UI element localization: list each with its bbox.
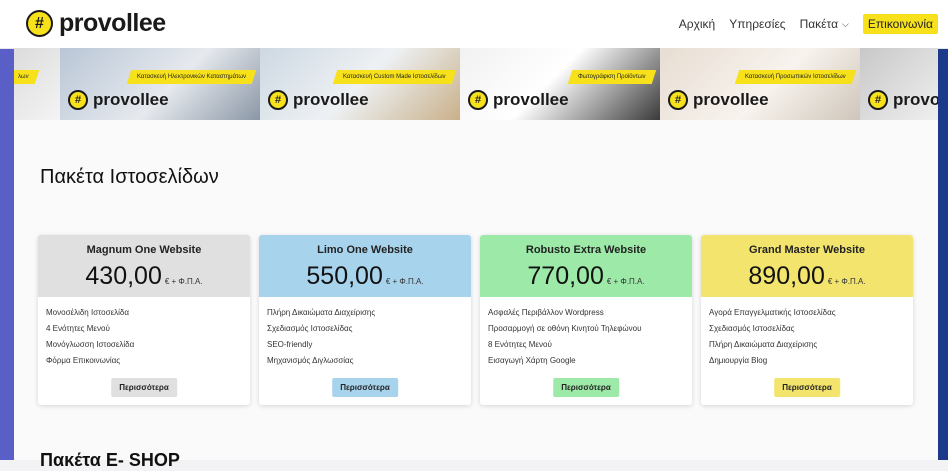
site-header: # provollee Αρχική Υπηρεσίες Πακέτα ⌵ Επ… bbox=[0, 0, 948, 49]
section-title: Πακέτα Ιστοσελίδων bbox=[40, 166, 219, 188]
feature-item: 4 Ενότητες Μενού bbox=[46, 324, 110, 333]
hashtag-logo-icon: # bbox=[268, 90, 288, 110]
site-logo[interactable]: # provollee bbox=[26, 9, 166, 38]
price-row: 770,00 € + Φ.Π.Α. bbox=[480, 262, 692, 291]
slide-logo-text: provollee bbox=[293, 90, 369, 109]
feature-list: Αγορά Επαγγελματικής Ιστοσελίδας Σχεδιασ… bbox=[701, 297, 913, 369]
package-card-limo-one: Limo One Website 550,00 € + Φ.Π.Α. Πλήρη… bbox=[259, 235, 471, 405]
feature-item: SEO-friendly bbox=[267, 340, 313, 349]
slide-caption: λων bbox=[18, 74, 29, 80]
package-name: Limo One Website bbox=[317, 244, 413, 256]
package-price: 890,00 bbox=[748, 262, 825, 290]
logo-text: provollee bbox=[59, 9, 166, 37]
nav-packages-label: Πακέτα bbox=[799, 17, 839, 31]
feature-item: Δημιουργία Blog bbox=[709, 356, 768, 365]
feature-item: Φόρμα Επικοινωνίας bbox=[46, 356, 121, 365]
price-row: 430,00 € + Φ.Π.Α. bbox=[38, 262, 250, 291]
slide-caption: Κατασκευή Προσωπικών Ιστοσελίδων bbox=[745, 74, 846, 80]
slide-logo-text: provo bbox=[893, 90, 938, 109]
package-price: 550,00 bbox=[306, 262, 383, 290]
banner-carousel[interactable]: λων Κατασκευή Ηλεκτρονικών Καταστημάτων … bbox=[14, 48, 938, 120]
price-row: 550,00 € + Φ.Π.Α. bbox=[259, 262, 471, 291]
card-header: Grand Master Website 890,00 € + Φ.Π.Α. bbox=[701, 235, 913, 297]
package-price: 770,00 bbox=[527, 262, 604, 290]
price-note: € + Φ.Π.Α. bbox=[827, 277, 866, 286]
slide-caption-ribbon: Φωτογράφιση Προϊόντων bbox=[568, 70, 657, 84]
banner-slide[interactable]: Κατασκευή Custom Made Ιστοσελίδων # prov… bbox=[260, 48, 460, 120]
slide-caption-ribbon: Κατασκευή Ηλεκτρονικών Καταστημάτων bbox=[126, 70, 257, 84]
feature-list: Ασφαλές Περιβάλλον Wordpress Προσαρμογή … bbox=[480, 297, 692, 369]
feature-item: Εισαγωγή Χάρτη Google bbox=[488, 356, 576, 365]
package-card-magnum-one: Magnum One Website 430,00 € + Φ.Π.Α. Μον… bbox=[38, 235, 250, 405]
package-name: Robusto Extra Website bbox=[525, 244, 647, 256]
feature-item: Σχεδιασμός Ιστοσελίδας bbox=[267, 324, 353, 333]
feature-item: Αγορά Επαγγελματικής Ιστοσελίδας bbox=[709, 308, 836, 317]
slide-logo: # provollee bbox=[68, 90, 169, 110]
feature-item: Μονοσέλιδη Ιστοσελίδα bbox=[46, 308, 129, 317]
feature-item: Μηχανισμός Διγλωσσίας bbox=[267, 356, 354, 365]
slide-caption-ribbon: Κατασκευή Custom Made Ιστοσελίδων bbox=[333, 70, 457, 84]
banner-slide-partial-left[interactable]: λων bbox=[14, 48, 60, 120]
price-row: 890,00 € + Φ.Π.Α. bbox=[701, 262, 913, 291]
hashtag-logo-icon: # bbox=[26, 10, 53, 37]
slide-logo: # provollee bbox=[668, 90, 769, 110]
more-button[interactable]: Περισσότερα bbox=[332, 378, 398, 397]
more-button[interactable]: Περισσότερα bbox=[774, 378, 840, 397]
package-name: Magnum One Website bbox=[86, 244, 202, 256]
slide-caption: Φωτογράφιση Προϊόντων bbox=[578, 74, 646, 80]
hashtag-logo-icon: # bbox=[468, 90, 488, 110]
feature-item: Σχεδιασμός Ιστοσελίδας bbox=[709, 324, 795, 333]
banner-slide-partial-right[interactable]: # provo bbox=[860, 48, 938, 120]
feature-list: Πλήρη Δικαιώματα Διαχείρισης Σχεδιασμός … bbox=[259, 297, 471, 369]
price-note: € + Φ.Π.Α. bbox=[385, 277, 424, 286]
price-note: € + Φ.Π.Α. bbox=[606, 277, 645, 286]
more-button[interactable]: Περισσότερα bbox=[553, 378, 619, 397]
slide-logo-text: provollee bbox=[93, 90, 169, 109]
package-card-robusto-extra: Robusto Extra Website 770,00 € + Φ.Π.Α. … bbox=[480, 235, 692, 405]
slide-caption: Κατασκευή Ηλεκτρονικών Καταστημάτων bbox=[136, 74, 246, 80]
feature-item: Προσαρμογή σε οθόνη Κινητού Τηλεφώνου bbox=[488, 324, 642, 333]
card-header: Magnum One Website 430,00 € + Φ.Π.Α. bbox=[38, 235, 250, 297]
feature-item: Ασφαλές Περιβάλλον Wordpress bbox=[488, 308, 604, 317]
package-cards: Magnum One Website 430,00 € + Φ.Π.Α. Μον… bbox=[38, 235, 913, 405]
nav-services[interactable]: Υπηρεσίες bbox=[729, 17, 785, 31]
slide-logo: # provollee bbox=[268, 90, 369, 110]
hashtag-logo-icon: # bbox=[68, 90, 88, 110]
main-nav: Αρχική Υπηρεσίες Πακέτα ⌵ Επικοινωνία bbox=[665, 14, 938, 34]
left-side-band bbox=[0, 48, 14, 460]
banner-slide[interactable]: Φωτογράφιση Προϊόντων # provollee bbox=[460, 48, 660, 120]
feature-item: Πλήρη Δικαιώματα Διαχείρισης bbox=[709, 340, 818, 349]
hashtag-logo-icon: # bbox=[668, 90, 688, 110]
nav-packages[interactable]: Πακέτα ⌵ bbox=[800, 17, 849, 31]
right-side-band bbox=[938, 48, 948, 460]
slide-caption-ribbon: Κατασκευή Προσωπικών Ιστοσελίδων bbox=[735, 70, 857, 84]
hashtag-logo-icon: # bbox=[868, 90, 888, 110]
slide-logo-text: provollee bbox=[693, 90, 769, 109]
next-section-title: Πακέτα E- SHOP bbox=[40, 450, 180, 470]
package-name: Grand Master Website bbox=[749, 244, 865, 256]
slide-logo: # provo bbox=[868, 90, 938, 110]
feature-item: Πλήρη Δικαιώματα Διαχείρισης bbox=[267, 308, 376, 317]
slide-logo: # provollee bbox=[468, 90, 569, 110]
nav-contact-button[interactable]: Επικοινωνία bbox=[862, 14, 938, 34]
more-button[interactable]: Περισσότερα bbox=[111, 378, 177, 397]
feature-list: Μονοσέλιδη Ιστοσελίδα 4 Ενότητες Μενού Μ… bbox=[38, 297, 250, 369]
main-content: Πακέτα Ιστοσελίδων Magnum One Website 43… bbox=[14, 120, 938, 470]
feature-item: 8 Ενότητες Μενού bbox=[488, 340, 552, 349]
price-note: € + Φ.Π.Α. bbox=[164, 277, 203, 286]
chevron-down-icon: ⌵ bbox=[842, 18, 849, 29]
slide-caption: Κατασκευή Custom Made Ιστοσελίδων bbox=[343, 74, 446, 80]
banner-slide[interactable]: Κατασκευή Προσωπικών Ιστοσελίδων # provo… bbox=[660, 48, 860, 120]
banner-slide[interactable]: Κατασκευή Ηλεκτρονικών Καταστημάτων # pr… bbox=[60, 48, 260, 120]
package-price: 430,00 bbox=[85, 262, 162, 290]
slide-caption-ribbon: λων bbox=[14, 70, 39, 84]
card-header: Limo One Website 550,00 € + Φ.Π.Α. bbox=[259, 235, 471, 297]
slide-logo-text: provollee bbox=[493, 90, 569, 109]
package-card-grand-master: Grand Master Website 890,00 € + Φ.Π.Α. Α… bbox=[701, 235, 913, 405]
card-header: Robusto Extra Website 770,00 € + Φ.Π.Α. bbox=[480, 235, 692, 297]
nav-home[interactable]: Αρχική bbox=[679, 17, 715, 31]
feature-item: Μονόγλωσση Ιστοσελίδα bbox=[46, 340, 135, 349]
